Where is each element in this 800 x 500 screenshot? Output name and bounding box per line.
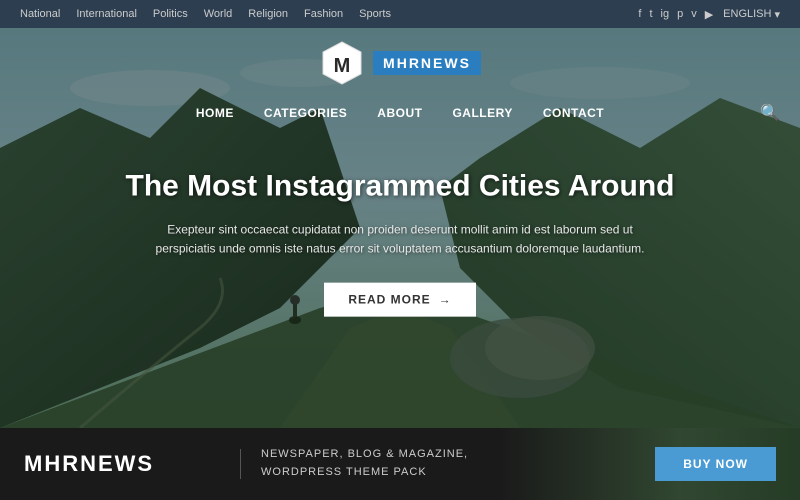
nav-politics[interactable]: Politics (153, 8, 188, 20)
nav-contact[interactable]: CONTACT (543, 102, 604, 124)
language-selector[interactable]: ENGLISH ▾ (723, 8, 780, 21)
nav-gallery[interactable]: GALLERY (452, 102, 512, 124)
search-icon[interactable]: 🔍 (760, 103, 780, 123)
hero-content: The Most Instagrammed Cities Around Exep… (40, 169, 760, 317)
nav-categories[interactable]: CATEGORIES (264, 102, 347, 124)
nav-religion[interactable]: Religion (248, 8, 288, 20)
pinterest-icon[interactable]: p (677, 8, 683, 21)
hero-title: The Most Instagrammed Cities Around (40, 169, 760, 205)
arrow-icon: → (439, 293, 452, 307)
nav-home[interactable]: HOME (196, 102, 234, 124)
banner-logo: MHRNEWS (0, 451, 220, 477)
hero-section: M MHRNEWS HOME CATEGORIES ABOUT GALLERY … (0, 28, 800, 428)
twitter-icon[interactable]: t (649, 8, 652, 21)
instagram-icon[interactable]: ig (661, 8, 670, 21)
read-more-label: READ MORE (348, 293, 430, 307)
main-navbar: HOME CATEGORIES ABOUT GALLERY CONTACT 🔍 (0, 94, 800, 132)
nav-international[interactable]: International (76, 8, 137, 20)
nav-sports[interactable]: Sports (359, 8, 391, 20)
site-header: M MHRNEWS HOME CATEGORIES ABOUT GALLERY … (0, 28, 800, 132)
top-navigation: National International Politics World Re… (20, 8, 391, 20)
nav-about[interactable]: ABOUT (377, 102, 422, 124)
logo-icon: M (319, 40, 365, 86)
vimeo-icon[interactable]: v (691, 8, 697, 21)
bottom-banner: MHRNEWS NEWSPAPER, BLOG & MAGAZINE, WORD… (0, 428, 800, 500)
tagline-line2: WORDPRESS THEME PACK (261, 464, 655, 482)
banner-divider (240, 449, 241, 479)
top-right-area: f t ig p v ▶ ENGLISH ▾ (638, 8, 780, 21)
logo-text: MHRNEWS (373, 51, 481, 75)
nav-links: HOME CATEGORIES ABOUT GALLERY CONTACT (196, 102, 604, 124)
read-more-button[interactable]: READ MORE → (324, 283, 475, 317)
youtube-icon[interactable]: ▶ (705, 8, 713, 21)
facebook-icon[interactable]: f (638, 8, 641, 21)
tagline-line1: NEWSPAPER, BLOG & MAGAZINE, (261, 446, 655, 464)
social-icons: f t ig p v ▶ (638, 8, 713, 21)
top-bar: National International Politics World Re… (0, 0, 800, 28)
svg-text:M: M (334, 55, 351, 77)
nav-world[interactable]: World (204, 8, 233, 20)
banner-tagline: NEWSPAPER, BLOG & MAGAZINE, WORDPRESS TH… (261, 446, 655, 481)
hero-subtitle: Exepteur sint occaecat cupidatat non pro… (150, 221, 650, 259)
nav-fashion[interactable]: Fashion (304, 8, 343, 20)
nav-national[interactable]: National (20, 8, 60, 20)
logo-area: M MHRNEWS (319, 28, 481, 94)
buy-now-button[interactable]: BUY NOW (655, 447, 776, 481)
